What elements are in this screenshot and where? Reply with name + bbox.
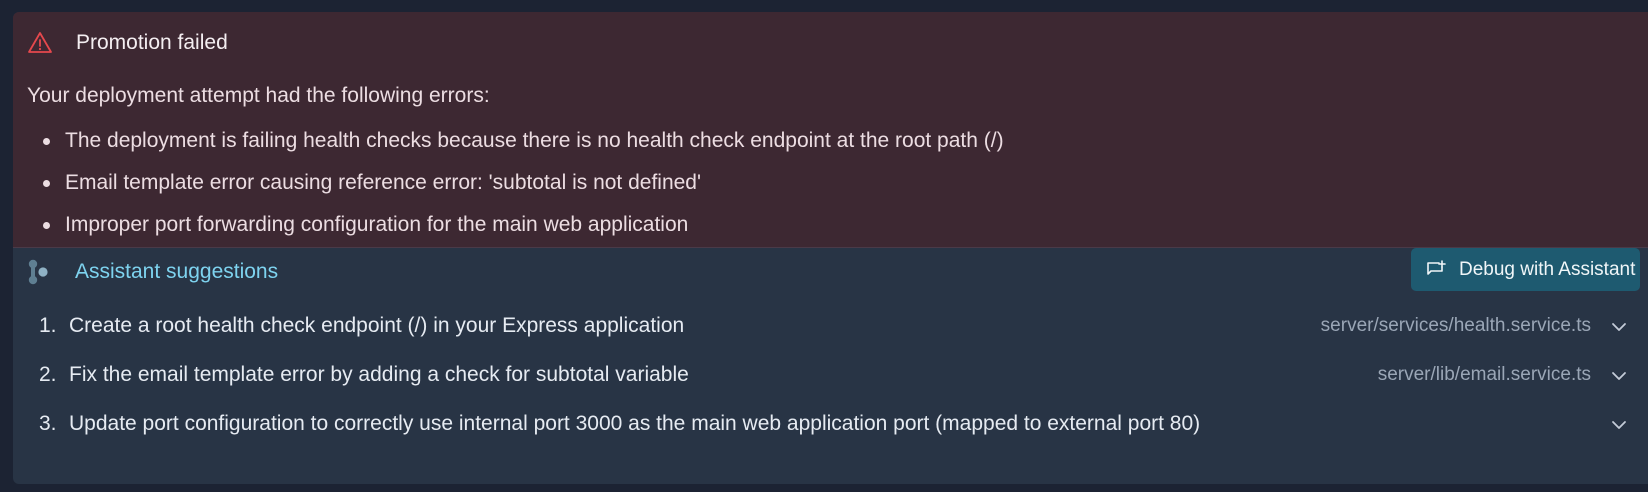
bullet xyxy=(43,180,50,187)
debug-button-label: Debug with Assistant xyxy=(1459,258,1636,280)
bullet xyxy=(43,222,50,229)
warning-icon xyxy=(27,30,53,56)
error-list: The deployment is failing health checks … xyxy=(13,120,1004,246)
error-item: The deployment is failing health checks … xyxy=(13,120,1004,162)
bullet xyxy=(43,138,50,145)
error-intro: Your deployment attempt had the followin… xyxy=(27,84,490,107)
assistant-icon xyxy=(27,258,49,286)
error-item-text: The deployment is failing health checks … xyxy=(65,129,1004,152)
suggestion-text: Create a root health check endpoint (/) … xyxy=(69,314,685,337)
suggestion-number: 2. xyxy=(39,363,57,386)
suggestion-file-path: server/lib/email.service.ts xyxy=(1377,364,1591,385)
chevron-down-icon[interactable] xyxy=(1608,365,1630,387)
debug-with-assistant-button[interactable]: Debug with Assistant xyxy=(1411,248,1640,291)
chat-icon xyxy=(1425,259,1447,281)
error-item: Email template error causing reference e… xyxy=(13,162,1004,204)
error-panel: Promotion failed Your deployment attempt… xyxy=(13,12,1648,248)
chevron-down-icon[interactable] xyxy=(1608,414,1630,436)
error-item-text: Improper port forwarding configuration f… xyxy=(65,213,689,236)
assistant-header: Assistant suggestions xyxy=(27,256,278,288)
deployment-result-card: Promotion failed Your deployment attempt… xyxy=(13,12,1648,484)
suggestion-file-path: server/services/health.service.ts xyxy=(1320,315,1591,336)
suggestion-text: Update port configuration to correctly u… xyxy=(69,412,1201,435)
error-item: Improper port forwarding configuration f… xyxy=(13,204,1004,246)
assistant-title: Assistant suggestions xyxy=(75,260,279,283)
app-frame: Promotion failed Your deployment attempt… xyxy=(0,0,1648,492)
suggestion-item[interactable]: 3. Update port configuration to correctl… xyxy=(13,400,1648,449)
chevron-down-icon[interactable] xyxy=(1608,316,1630,338)
error-header: Promotion failed xyxy=(27,30,228,56)
error-item-text: Email template error causing reference e… xyxy=(65,171,701,194)
suggestion-number: 1. xyxy=(39,314,57,337)
suggestion-item[interactable]: 2. Fix the email template error by addin… xyxy=(13,351,1648,400)
error-title: Promotion failed xyxy=(76,31,228,54)
suggestion-number: 3. xyxy=(39,412,57,435)
suggestion-item[interactable]: 1. Create a root health check endpoint (… xyxy=(13,302,1648,351)
suggestion-list: 1. Create a root health check endpoint (… xyxy=(13,302,1648,449)
suggestion-text: Fix the email template error by adding a… xyxy=(69,363,689,386)
